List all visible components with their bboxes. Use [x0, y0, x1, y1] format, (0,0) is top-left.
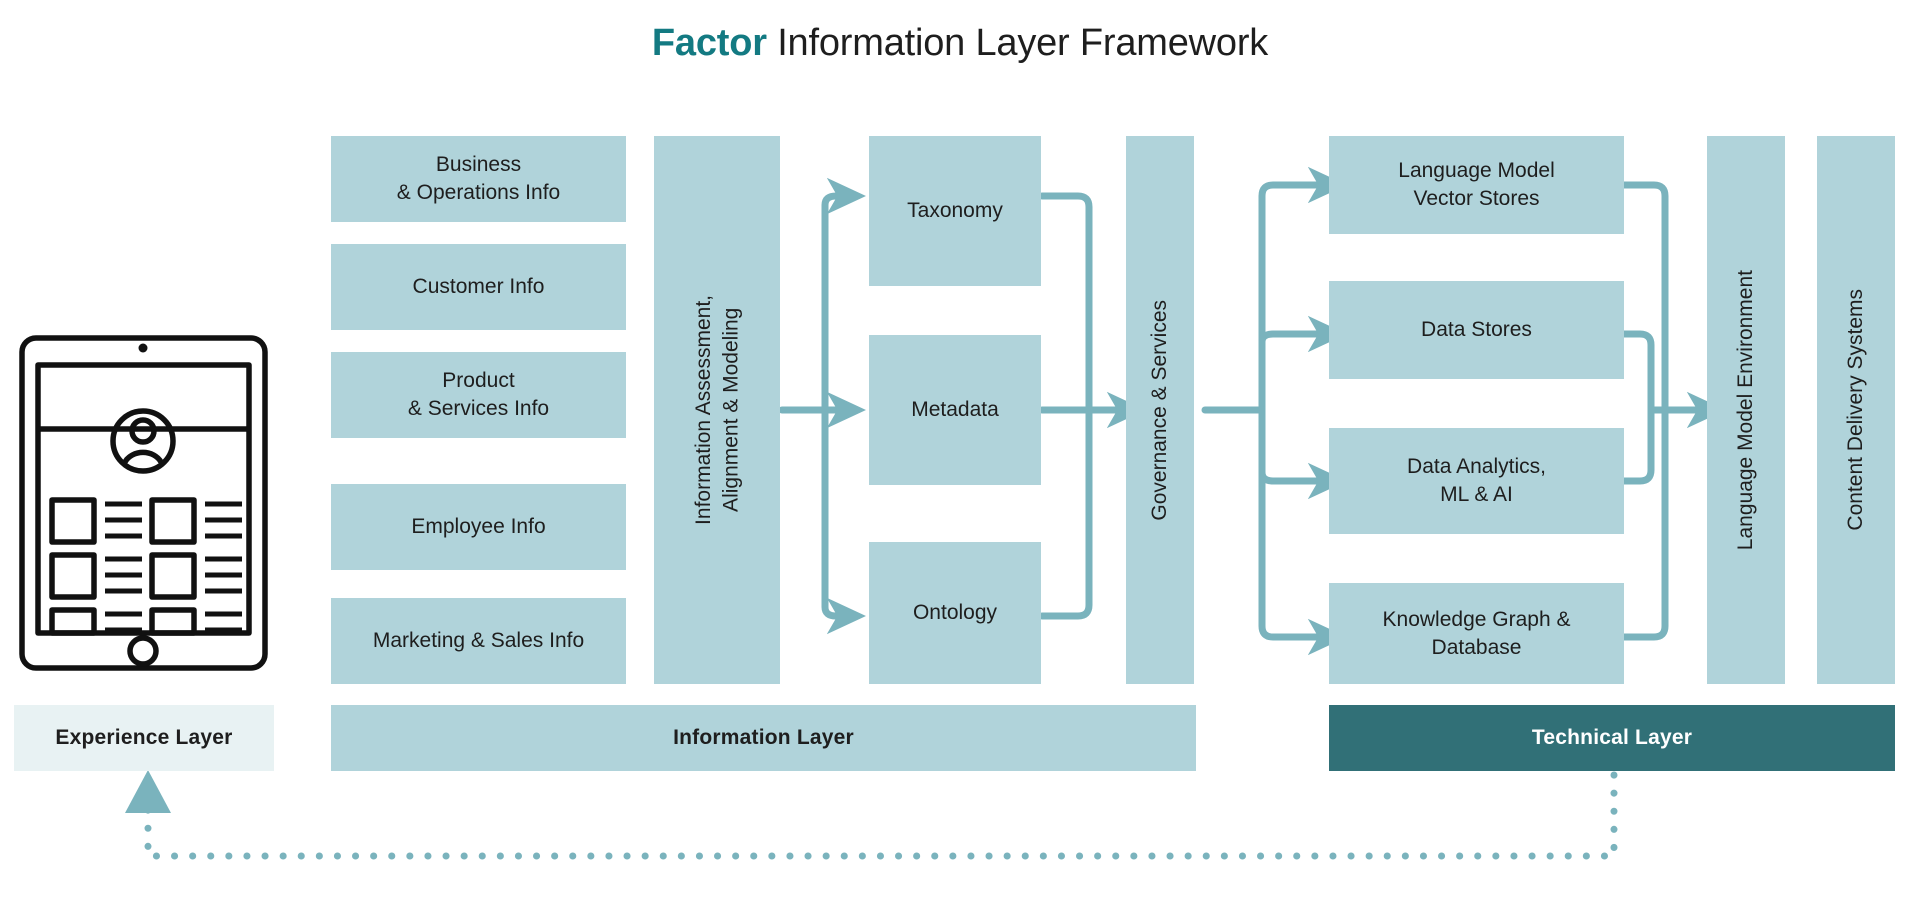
technical-component-box[interactable]: Data Stores — [1329, 281, 1624, 379]
info-input-box[interactable]: Customer Info — [331, 244, 626, 330]
title-brand: Factor — [651, 22, 767, 64]
experience-layer-bar[interactable]: Experience Layer — [14, 705, 274, 771]
technical-component-box[interactable]: Language Model Vector Stores — [1329, 136, 1624, 234]
environment-column-label: Language Model Environment — [1734, 269, 1758, 551]
modeling-artifact-box[interactable]: Ontology — [869, 542, 1041, 684]
info-input-box[interactable]: Marketing & Sales Info — [331, 598, 626, 684]
title-rest: Information Layer Framework — [766, 22, 1269, 64]
assessment-column-label: Information Assessment, Alignment & Mode… — [691, 295, 742, 525]
page-title: Factor Information Layer Framework — [0, 22, 1920, 65]
modeling-artifact-box[interactable]: Metadata — [869, 335, 1041, 485]
info-input-box[interactable]: Employee Info — [331, 484, 626, 570]
assessment-column[interactable]: Information Assessment, Alignment & Mode… — [654, 136, 780, 684]
diagram-canvas: Factor Information Layer Framework Busin… — [0, 0, 1920, 897]
information-layer-bar[interactable]: Information Layer — [331, 705, 1196, 771]
info-input-box[interactable]: Product & Services Info — [331, 352, 626, 438]
governance-column-label: Governance & Services — [1148, 299, 1172, 521]
environment-column[interactable]: Language Model Environment — [1707, 136, 1785, 684]
feedback-arrowhead — [125, 770, 171, 813]
governance-column[interactable]: Governance & Services — [1126, 136, 1194, 684]
modeling-artifact-box[interactable]: Taxonomy — [869, 136, 1041, 286]
environment-column[interactable]: Content Delivery Systems — [1817, 136, 1895, 684]
technical-layer-bar[interactable]: Technical Layer — [1329, 705, 1895, 771]
technical-component-box[interactable]: Knowledge Graph & Database — [1329, 583, 1624, 684]
environment-column-label: Content Delivery Systems — [1844, 289, 1868, 531]
technical-component-box[interactable]: Data Analytics, ML & AI — [1329, 428, 1624, 534]
info-input-box[interactable]: Business & Operations Info — [331, 136, 626, 222]
